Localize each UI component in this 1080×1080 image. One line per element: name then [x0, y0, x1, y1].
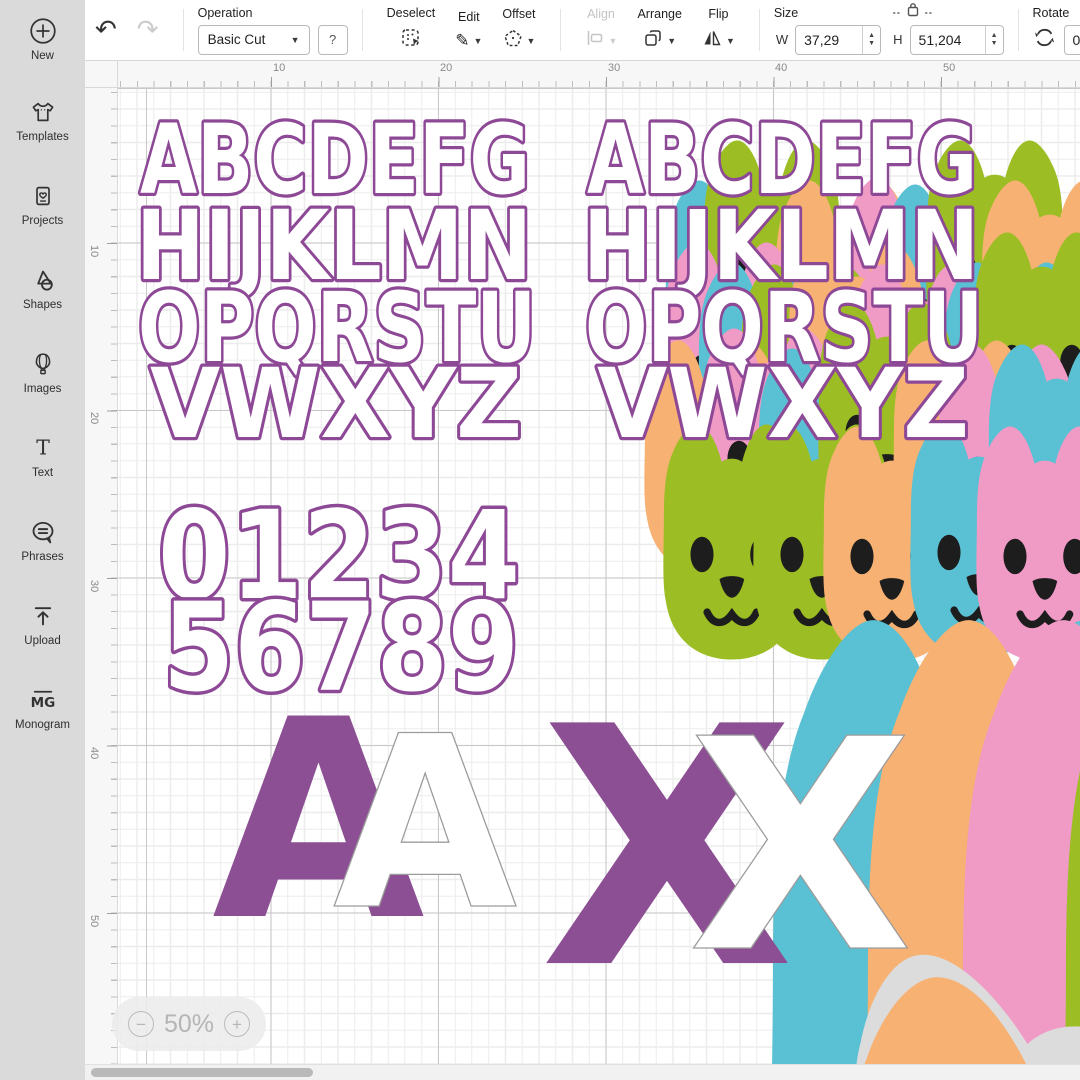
speech-bubble-icon	[30, 517, 56, 547]
sidebar-item-new[interactable]: New	[0, 0, 85, 78]
top-toolbar: ↶ ↷ Operation Basic Cut ▼ ? Deselect Edi…	[85, 0, 1080, 61]
vertical-ruler: 01020304050	[85, 88, 118, 1080]
sidebar-item-images[interactable]: Images	[0, 330, 85, 414]
h-ruler-label: 20	[440, 62, 452, 74]
chevron-down-icon: ▼	[667, 36, 676, 46]
flip-button[interactable]: Flip ▼	[702, 7, 735, 53]
v-ruler-label: 50	[88, 915, 100, 927]
edit-button[interactable]: Edit ✎▼	[455, 10, 482, 51]
arrange-button[interactable]: Arrange ▼	[637, 7, 681, 53]
pencil-icon: ✎	[455, 31, 469, 51]
toolbar-divider	[362, 9, 363, 51]
align-button[interactable]: Align ▼	[585, 7, 618, 53]
rotate-input[interactable]: 0 ▲▼	[1064, 25, 1080, 55]
size-label: Size	[774, 6, 798, 20]
height-label: H	[893, 32, 902, 47]
zoom-level-label: 50%	[164, 1010, 214, 1039]
width-label: W	[776, 32, 788, 47]
svg-text:T: T	[36, 436, 50, 460]
width-stepper[interactable]: ▲▼	[862, 26, 880, 54]
undo-button[interactable]: ↶	[95, 17, 117, 43]
sidebar-item-phrases[interactable]: Phrases	[0, 498, 85, 582]
offset-button[interactable]: Offset ▼	[502, 7, 535, 53]
height-stepper[interactable]: ▲▼	[985, 26, 1003, 54]
zoom-control: − 50% +	[112, 997, 266, 1051]
size-group: Size W 37,29 ▲▼ H 51,204 ▲▼	[774, 6, 1004, 55]
canvas-artwork: ABCDEFGHIJKLMNOPQRSTUVWXYZABCDEFGHIJKLMN…	[118, 88, 1080, 1080]
svg-text:MG: MG	[30, 695, 55, 711]
height-input[interactable]: 51,204 ▲▼	[910, 25, 1004, 55]
chevron-down-icon: ▼	[527, 36, 536, 46]
chevron-down-icon: ▼	[473, 36, 482, 46]
lock-icon[interactable]	[892, 2, 934, 22]
flip-mirror-icon	[702, 28, 722, 53]
sidebar-item-monogram[interactable]: MG Monogram	[0, 666, 85, 750]
h-ruler-label: 10	[273, 62, 285, 74]
chevron-down-icon: ▼	[291, 35, 300, 45]
deselect-icon	[400, 27, 422, 54]
text-icon: T	[31, 433, 55, 463]
big-letter-x-white[interactable]: X	[688, 677, 913, 1017]
operation-label: Operation	[198, 6, 253, 20]
h-ruler-label: 30	[608, 62, 620, 74]
design-canvas[interactable]: ABCDEFGHIJKLMNOPQRSTUVWXYZABCDEFGHIJKLMN…	[118, 88, 1080, 1080]
align-icon	[585, 28, 605, 53]
upload-icon	[31, 601, 55, 631]
balloon-icon	[31, 349, 55, 379]
deselect-button[interactable]: Deselect	[387, 6, 436, 54]
sidebar-item-text[interactable]: T Text	[0, 414, 85, 498]
shapes-icon	[30, 265, 56, 295]
scrollbar-thumb[interactable]	[91, 1068, 313, 1077]
sidebar-item-shapes[interactable]: Shapes	[0, 246, 85, 330]
operation-help-button[interactable]: ?	[318, 25, 348, 55]
big-letter-a-white[interactable]: A	[333, 686, 517, 963]
ruler-corner	[85, 60, 118, 88]
offset-pentagon-icon	[503, 28, 523, 53]
zoom-in-button[interactable]: +	[224, 1011, 250, 1037]
notebook-heart-icon	[31, 181, 55, 211]
chevron-down-icon: ▼	[609, 36, 618, 46]
alphabet-row-plain[interactable]: VWXYZ	[150, 348, 522, 460]
toolbar-divider	[183, 9, 184, 51]
h-ruler-label: 50	[943, 62, 955, 74]
rotate-group: Rotate 0 ▲▼	[1033, 6, 1080, 55]
v-ruler-label: 30	[88, 580, 100, 592]
sidebar-item-projects[interactable]: Projects	[0, 162, 85, 246]
zoom-out-button[interactable]: −	[128, 1011, 154, 1037]
horizontal-ruler: 01020304050	[118, 60, 1080, 88]
plus-circle-icon	[28, 16, 58, 46]
v-ruler-label: 40	[88, 747, 100, 759]
monogram-icon: MG	[30, 685, 56, 715]
chevron-down-icon: ▼	[726, 36, 735, 46]
toolbar-divider	[759, 9, 760, 51]
h-ruler-label: 40	[775, 62, 787, 74]
v-ruler-label: 10	[88, 245, 100, 257]
rotate-icon[interactable]	[1033, 26, 1056, 54]
operation-select[interactable]: Basic Cut ▼	[198, 25, 310, 55]
sidebar-item-upload[interactable]: Upload	[0, 582, 85, 666]
sidebar: New Templates Projects Shapes Images T T…	[0, 0, 85, 1080]
operation-group: Operation Basic Cut ▼ ?	[198, 6, 348, 55]
width-input[interactable]: 37,29 ▲▼	[795, 25, 881, 55]
tshirt-icon	[31, 97, 55, 127]
alphabet-row-cats[interactable]: VWXYZ	[597, 348, 969, 460]
rotate-label: Rotate	[1033, 6, 1070, 20]
toolbar-divider	[560, 9, 561, 51]
v-ruler-label: 20	[88, 412, 100, 424]
sidebar-item-templates[interactable]: Templates	[0, 78, 85, 162]
arrange-layers-icon	[643, 28, 663, 53]
redo-button[interactable]: ↷	[137, 17, 159, 43]
toolbar-divider	[1018, 9, 1019, 51]
horizontal-scrollbar[interactable]	[85, 1064, 1080, 1080]
